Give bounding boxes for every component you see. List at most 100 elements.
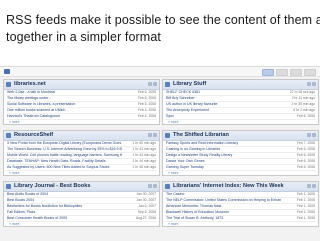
feed-item[interactable]: Gaming Super Tuesday Feb 5, 2006	[165, 165, 316, 171]
feed-item-title[interactable]: Blackwell History of Education Museum	[166, 210, 281, 215]
feed-item-title[interactable]: Database: TENHAP: New Health Data, Roads…	[7, 159, 122, 164]
feed-item-title[interactable]: US author in UK library favourite	[166, 102, 281, 107]
feed-item-title[interactable]: Best Audio Books of 2004	[7, 192, 122, 197]
panel-controls	[148, 133, 157, 137]
feed-item-title[interactable]: Bestsellers for Books Nonfiction for Bib…	[7, 204, 122, 209]
close-icon[interactable]	[153, 82, 157, 86]
feed-item-date: 1 hr 45 min ago	[132, 165, 156, 169]
feed-item-title[interactable]: Fantasy Sports and Real Information Lite…	[166, 141, 281, 146]
feed-item-title[interactable]: 3 New Portal from the European Digital L…	[7, 141, 122, 146]
tab-3[interactable]	[290, 69, 302, 76]
tab-1[interactable]	[262, 69, 274, 76]
feed-item-title[interactable]: American Memories: Thomas Nast	[166, 204, 281, 209]
feed-item-date: Feb 1, 2006	[296, 210, 315, 214]
feed-item-date: Feb 4, 2006	[137, 114, 156, 118]
more-link[interactable]: » more	[165, 171, 316, 175]
tab-2[interactable]	[276, 69, 288, 76]
panel-header: Librarians' Internet Index: New This Wee…	[163, 182, 318, 192]
feed-item-title[interactable]: Biff Boy Schreiber	[166, 96, 281, 101]
feed-item-title[interactable]: Dance Your Own Genes	[166, 159, 281, 164]
feed-item-title[interactable]: The Casino	[166, 192, 281, 197]
feed-item-title[interactable]: SHELF CHECK #381	[166, 90, 281, 95]
feed-item-title[interactable]: Social Software in Libraries, a presenta…	[7, 102, 122, 107]
feed-item-title[interactable]: The library weblogs under...	[7, 96, 122, 101]
feed-item-date: 1 hr 40 min ago	[132, 141, 156, 145]
feed-item-title[interactable]: Mobile World: Cell phones battle reading…	[7, 153, 122, 158]
feed-item-title[interactable]: The Anonymity Experiment	[166, 108, 281, 113]
feed-item-title[interactable]: Design a Newsletter Study Reality Librar…	[166, 153, 281, 158]
panel-title: The Shifted Librarian	[173, 132, 229, 138]
feed-panel-resourceshelf: ResourceShelf 3 New Portal from the Euro…	[3, 130, 160, 176]
panel-title: Library Journal - Best Books	[14, 183, 91, 189]
feed-item-title[interactable]: Best Books 2004	[7, 198, 122, 203]
minimize-icon[interactable]	[307, 82, 311, 86]
rss-icon	[6, 133, 11, 138]
feed-panel-librariesnet: libraries.net Web 2.0ae - a talk in Mont…	[3, 79, 160, 125]
feed-item-date: 1 hr 44 min ago	[132, 159, 156, 163]
feed-item-date: Feb 4, 2006	[137, 108, 156, 112]
panel-controls	[307, 184, 316, 188]
feed-item[interactable]: The Trial of Susan B. Anthony, 1873 Feb 1…	[165, 216, 316, 222]
feed-item[interactable]: Best Consumer Health Books of 2005 Aug 27…	[6, 216, 157, 222]
minimize-icon[interactable]	[148, 184, 152, 188]
feed-item-date: Feb 6, 2006	[137, 96, 156, 100]
feed-panel-library-journal: Library Journal - Best Books Best Audio …	[3, 181, 160, 227]
feed-item-title[interactable]: Web 2.0ae - a talk in Montreal	[7, 90, 122, 95]
minimize-icon[interactable]	[148, 82, 152, 86]
close-icon[interactable]	[153, 184, 157, 188]
close-icon[interactable]	[153, 133, 157, 137]
feed-item-date: 6 hr 2 min ago	[293, 108, 315, 112]
feed-item-date: Jan 30, 2007	[136, 192, 156, 196]
feed-item[interactable]: As Suggested by Users: 600 New Titles Ad…	[6, 165, 157, 171]
panel-controls	[307, 133, 316, 137]
feed-item-date: 27 m 16 sec ago	[289, 90, 315, 94]
panel-header: libraries.net	[4, 80, 159, 90]
feed-panel-shifted-librarian: The Shifted Librarian Fantasy Sports and…	[162, 130, 319, 176]
close-icon[interactable]	[312, 82, 316, 86]
panel-header: The Shifted Librarian	[163, 131, 318, 141]
feed-item-title[interactable]: Fall Editors' Picks	[7, 210, 122, 215]
feed-item-title[interactable]: The Trial of Susan B. Anthony, 1873	[166, 216, 281, 221]
feed-item[interactable]: Sync Feb 6, 2006	[165, 114, 316, 120]
feed-item-title[interactable]: Cashing in on Gaming in Libraries	[166, 147, 281, 152]
feed-item-date: 2 hr 35 min ago	[291, 102, 315, 106]
feed-item-date: Sep 6, 2006	[137, 210, 156, 214]
feed-item-title[interactable]: Sync	[166, 114, 281, 119]
tab-strip	[262, 69, 316, 76]
more-link[interactable]: » more	[6, 120, 157, 124]
more-link[interactable]: » more	[6, 171, 157, 175]
feed-item-title[interactable]: The Search Business: U.S. Internet Adver…	[7, 147, 122, 152]
feed-item-date: Feb 7, 2006	[296, 141, 315, 145]
more-link[interactable]: » more	[6, 222, 157, 226]
feed-item-date: Feb 1, 2006	[296, 192, 315, 196]
logo-icon	[4, 69, 10, 74]
feed-item-date: Jan 6, 2007	[138, 204, 156, 208]
heading-line-2: together in a simpler format	[6, 30, 161, 44]
feed-item[interactable]: Harvard's Theatrum Catalogorum Feb 4, 200…	[6, 114, 157, 120]
minimize-icon[interactable]	[148, 133, 152, 137]
feed-item-title[interactable]: Harvard's Theatrum Catalogorum	[7, 114, 122, 119]
panel-controls	[148, 184, 157, 188]
close-icon[interactable]	[312, 184, 316, 188]
feed-item-title[interactable]: Gaming Super Tuesday	[166, 165, 281, 170]
close-icon[interactable]	[312, 133, 316, 137]
rss-icon	[6, 82, 11, 87]
feed-item-title[interactable]: Best Consumer Health Books of 2005	[7, 216, 122, 221]
minimize-icon[interactable]	[307, 184, 311, 188]
more-link[interactable]: » more	[165, 120, 316, 124]
heading-line-1: RSS feeds make it possible to see the co…	[6, 13, 320, 27]
feed-item-title[interactable]: The NELP Commission: United States Commi…	[166, 198, 281, 203]
feed-item-title[interactable]: As Suggested by Users: 600 New Titles Ad…	[7, 165, 122, 170]
panel-title: Library Stuff	[173, 81, 207, 87]
feed-item-date: 2 hr 11 min ago	[291, 96, 315, 100]
panel-title: ResourceShelf	[14, 132, 54, 138]
feed-item-date: Feb 1, 2006	[296, 198, 315, 202]
feed-item-date: 1 hr 43 min ago	[132, 153, 156, 157]
more-link[interactable]: » more	[165, 222, 316, 226]
rss-icon	[165, 184, 170, 189]
rss-icon	[165, 133, 170, 138]
minimize-icon[interactable]	[307, 133, 311, 137]
panel-header: Library Stuff	[163, 80, 318, 90]
tab-4[interactable]	[304, 69, 316, 76]
feed-item-title[interactable]: One million books scanned at UMich	[7, 108, 122, 113]
